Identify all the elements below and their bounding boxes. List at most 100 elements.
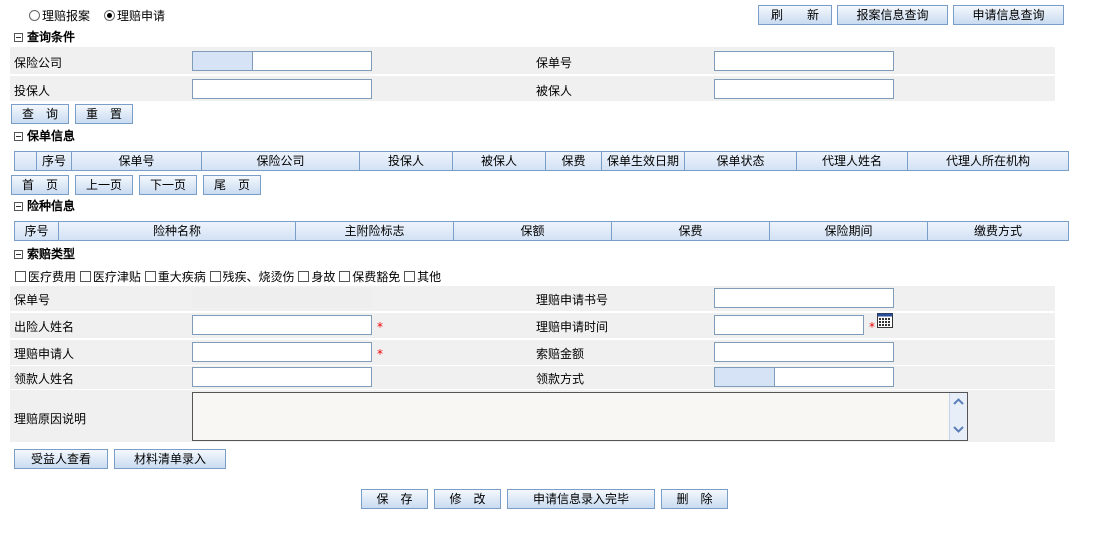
radio-claim-apply-label: 理赔申请 xyxy=(117,9,166,23)
policy-no-input[interactable] xyxy=(714,51,894,71)
claim-type-option-label: 身故 xyxy=(311,270,336,284)
claim-row-4 xyxy=(10,366,1055,389)
claim-type-option-label: 保费豁免 xyxy=(352,270,401,284)
col-effective-date: 保单生效日期 xyxy=(602,152,685,170)
checkbox[interactable] xyxy=(209,271,221,282)
claim-type-option-label: 残疾、烧烫伤 xyxy=(222,270,295,284)
payee-name-label: 领款人姓名 xyxy=(14,372,75,386)
claim-type-option-label: 医疗费用 xyxy=(28,270,77,284)
checkbox[interactable] xyxy=(79,271,91,282)
col-sum-insured: 保额 xyxy=(454,222,612,240)
claim-applicant-input[interactable] xyxy=(192,342,372,362)
last-page-button[interactable]: 尾 页 xyxy=(203,175,261,195)
col-premium: 保费 xyxy=(612,222,770,240)
col-applicant: 投保人 xyxy=(360,152,453,170)
claim-reason-textarea[interactable] xyxy=(192,392,968,441)
policy-no-label: 保单号 xyxy=(536,56,573,70)
col-index: 序号 xyxy=(15,222,59,240)
query-section-title[interactable]: 查询条件 xyxy=(14,29,75,45)
payee-name-input[interactable] xyxy=(192,367,372,387)
modify-button[interactable]: 修 改 xyxy=(434,489,501,509)
company-select[interactable] xyxy=(192,51,372,71)
radio-claim-apply[interactable]: 理赔申请 xyxy=(104,7,165,24)
policy-section-label: 保单信息 xyxy=(27,129,76,143)
app-no-input[interactable] xyxy=(714,288,894,308)
radio-claim-report-circle[interactable] xyxy=(29,10,40,21)
claim-row-3 xyxy=(10,340,1055,365)
required-mark: * xyxy=(377,347,383,361)
save-button[interactable]: 保 存 xyxy=(361,489,428,509)
materials-entry-button[interactable]: 材料清单录入 xyxy=(114,449,226,469)
next-page-button[interactable]: 下一页 xyxy=(139,175,197,195)
prev-page-button[interactable]: 上一页 xyxy=(75,175,133,195)
person-name-input[interactable] xyxy=(192,315,372,335)
pay-method-select[interactable] xyxy=(714,367,894,387)
claim-type-option[interactable]: 其他 xyxy=(404,270,441,284)
collapse-icon[interactable] xyxy=(14,202,23,211)
col-select xyxy=(15,152,37,170)
checkbox[interactable] xyxy=(339,271,351,282)
claim-type-section-label: 索赔类型 xyxy=(27,247,76,261)
delete-button[interactable]: 删 除 xyxy=(661,489,728,509)
applicant-input[interactable] xyxy=(192,79,372,99)
claim-amount-input[interactable] xyxy=(714,342,894,362)
claim-type-option[interactable]: 重大疾病 xyxy=(144,270,206,284)
checkbox[interactable] xyxy=(298,271,310,282)
checkbox[interactable] xyxy=(144,271,156,282)
reset-button[interactable]: 重 置 xyxy=(75,104,133,124)
applicant-label: 投保人 xyxy=(14,84,51,98)
app-no-label: 理赔申请书号 xyxy=(536,293,609,307)
checkbox[interactable] xyxy=(404,271,416,282)
checkbox[interactable] xyxy=(15,271,26,282)
claim-reason-label: 理赔原因说明 xyxy=(14,412,87,426)
claim-type-option-label: 其他 xyxy=(417,270,442,284)
policy-section-title[interactable]: 保单信息 xyxy=(14,128,75,144)
scroll-down-icon[interactable] xyxy=(952,424,965,434)
collapse-icon[interactable] xyxy=(14,250,23,259)
claim-policy-no-field xyxy=(192,288,372,308)
textarea-scrollbar[interactable] xyxy=(949,393,967,440)
pay-method-select-code[interactable] xyxy=(715,368,775,386)
search-button[interactable]: 查 询 xyxy=(11,104,69,124)
col-main-rider: 主附险标志 xyxy=(296,222,454,240)
claim-type-option[interactable]: 身故 xyxy=(298,270,335,284)
claim-applicant-label: 理赔申请人 xyxy=(14,347,75,361)
claim-type-option[interactable]: 残疾、烧烫伤 xyxy=(209,270,295,284)
coverage-table-header: 序号 险种名称 主附险标志 保额 保费 保险期间 缴费方式 xyxy=(14,221,1069,241)
collapse-icon[interactable] xyxy=(14,33,23,42)
claim-type-option[interactable]: 医疗津贴 xyxy=(79,270,141,284)
col-policy-no: 保单号 xyxy=(72,152,202,170)
claim-type-options: 医疗费用 医疗津贴 重大疾病 残疾、烧烫伤 身故 保费豁免 其他 xyxy=(15,268,441,285)
radio-claim-apply-circle[interactable] xyxy=(104,10,115,21)
claim-type-option[interactable]: 保费豁免 xyxy=(339,270,400,284)
col-status: 保单状态 xyxy=(685,152,797,170)
query-section-label: 查询条件 xyxy=(27,30,76,44)
claim-amount-label: 索赔金额 xyxy=(536,347,585,361)
finish-entry-button[interactable]: 申请信息录入完毕 xyxy=(507,489,655,509)
claim-policy-no-label: 保单号 xyxy=(14,293,51,307)
company-select-code[interactable] xyxy=(193,52,253,70)
col-agent-name: 代理人姓名 xyxy=(797,152,908,170)
beneficiary-view-button[interactable]: 受益人查看 xyxy=(14,449,108,469)
report-info-query-button[interactable]: 报案信息查询 xyxy=(837,5,948,25)
scroll-up-icon[interactable] xyxy=(952,397,965,407)
app-time-input[interactable] xyxy=(714,315,864,335)
apply-info-query-button[interactable]: 申请信息查询 xyxy=(953,5,1064,25)
required-mark: * xyxy=(377,320,383,334)
collapse-icon[interactable] xyxy=(14,132,23,141)
policy-table-header: 序号 保单号 保险公司 投保人 被保人 保费 保单生效日期 保单状态 代理人姓名… xyxy=(14,151,1069,171)
insured-input[interactable] xyxy=(714,79,894,99)
refresh-button[interactable]: 刷 新 xyxy=(758,5,832,25)
insured-label: 被保人 xyxy=(536,84,573,98)
col-company: 保险公司 xyxy=(202,152,360,170)
calendar-icon[interactable] xyxy=(877,313,893,328)
claim-type-option[interactable]: 医疗费用 xyxy=(15,270,76,284)
claim-type-option-label: 重大疾病 xyxy=(157,270,206,284)
radio-claim-report[interactable]: 理赔报案 xyxy=(29,7,90,24)
coverage-section-title[interactable]: 险种信息 xyxy=(14,198,75,214)
radio-claim-report-label: 理赔报案 xyxy=(42,9,91,23)
first-page-button[interactable]: 首 页 xyxy=(11,175,69,195)
col-period: 保险期间 xyxy=(770,222,928,240)
claim-type-section-title[interactable]: 索赔类型 xyxy=(14,246,75,262)
person-name-label: 出险人姓名 xyxy=(14,320,75,334)
